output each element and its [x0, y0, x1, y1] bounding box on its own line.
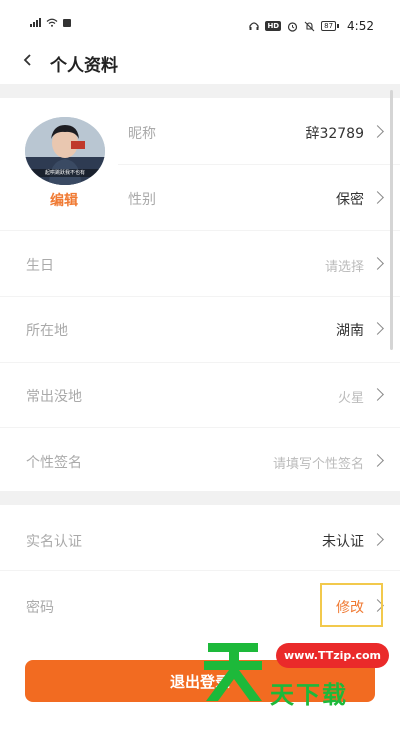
alarm-icon — [288, 21, 298, 32]
clock: 4:52 — [347, 19, 374, 33]
wifi-icon — [46, 18, 58, 27]
chevron-left-icon[interactable] — [22, 54, 34, 66]
section-divider — [0, 491, 400, 505]
gender-label: 性别 — [128, 192, 156, 208]
row-divider — [0, 230, 400, 231]
row-divider — [0, 570, 400, 571]
realname-value: 未认证 — [322, 534, 364, 550]
battery-icon: 87 — [321, 21, 340, 31]
location-label: 所在地 — [26, 323, 68, 339]
nickname-label: 昵称 — [128, 126, 156, 142]
birthday-label: 生日 — [26, 258, 54, 274]
status-left — [30, 18, 71, 27]
chevron-right-icon — [371, 191, 384, 204]
row-divider — [118, 164, 400, 165]
row-divider — [0, 427, 400, 428]
chevron-right-icon — [371, 125, 384, 138]
nickname-value: 辞32789 — [305, 126, 364, 142]
haunt-value: 火星 — [337, 391, 364, 406]
chevron-right-icon — [371, 454, 384, 467]
chevron-right-icon — [371, 257, 384, 270]
scrollbar[interactable] — [390, 90, 393, 350]
avatar[interactable]: 起哄跳跃我不也有 — [25, 117, 105, 185]
row-divider — [0, 362, 400, 363]
watermark-brand: 天下载 — [270, 681, 348, 709]
app-notify-icon — [63, 18, 71, 27]
haunt-label: 常出没地 — [26, 389, 82, 405]
birthday-value: 请选择 — [324, 260, 364, 275]
edit-avatar-link[interactable]: 编辑 — [50, 190, 78, 210]
watermark-url: www.TTzip.com — [276, 643, 389, 668]
mute-icon — [304, 21, 315, 31]
chevron-right-icon — [371, 322, 384, 335]
section-divider — [0, 84, 400, 98]
signature-value: 请填写个性签名 — [272, 457, 364, 472]
row-divider — [0, 296, 400, 297]
nav-bar: 个人资料 — [0, 36, 400, 84]
location-value: 湖南 — [336, 323, 364, 339]
battery-level: 87 — [321, 21, 337, 31]
chevron-right-icon — [371, 533, 384, 546]
hd-icon: HD — [265, 21, 282, 31]
status-right: HD 87 4:52 — [249, 19, 374, 33]
signal-icon — [30, 18, 41, 27]
watermark-logo — [204, 643, 262, 701]
headset-icon — [249, 22, 260, 30]
realname-label: 实名认证 — [26, 534, 82, 550]
avatar-caption: 起哄跳跃我不也有 — [44, 170, 85, 176]
chevron-right-icon — [371, 388, 384, 401]
gender-value: 保密 — [336, 192, 364, 208]
password-label: 密码 — [26, 600, 54, 616]
signature-label: 个性签名 — [26, 455, 82, 471]
page-title: 个人资料 — [50, 56, 118, 76]
status-bar: HD 87 4:52 — [0, 0, 400, 36]
highlight-box — [320, 583, 383, 627]
watermark: www.TTzip.com 天下载 — [200, 635, 400, 732]
